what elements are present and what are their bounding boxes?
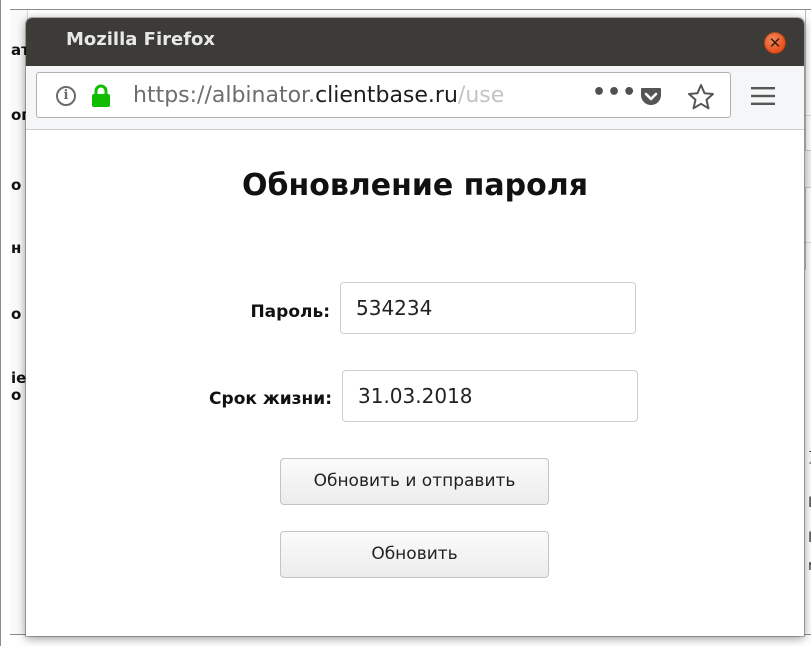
info-icon[interactable]: i bbox=[56, 86, 76, 106]
url-fade-overlay bbox=[527, 79, 577, 111]
update-and-send-button[interactable]: Обновить и отправить bbox=[280, 458, 549, 505]
page-title: Обновление пароля bbox=[242, 168, 588, 203]
lock-icon[interactable] bbox=[91, 84, 111, 108]
lifetime-field[interactable]: 31.03.2018 bbox=[342, 370, 638, 422]
star-icon[interactable] bbox=[687, 83, 715, 111]
password-label: Пароль: bbox=[250, 302, 330, 322]
background-scroll-edge bbox=[805, 10, 806, 270]
background-text-fragment: о bbox=[11, 386, 22, 404]
update-button[interactable]: Обновить bbox=[280, 531, 549, 578]
password-field[interactable]: 534234 bbox=[340, 282, 636, 334]
window-title: Mozilla Firefox bbox=[66, 29, 216, 50]
page-content: Обновление пароля Пароль: 534234 Срок жи… bbox=[26, 130, 804, 636]
background-text-fragment: о bbox=[11, 176, 22, 194]
url-path: /use bbox=[457, 83, 505, 108]
url-text[interactable]: https://albinator.clientbase.ru/use bbox=[133, 82, 573, 110]
background-top-edge bbox=[10, 9, 811, 10]
background-box bbox=[805, 150, 811, 188]
close-icon[interactable]: ✕ bbox=[764, 32, 786, 54]
lifetime-label: Срок жизни: bbox=[209, 389, 332, 409]
hamburger-menu-icon[interactable] bbox=[751, 86, 775, 106]
url-domain: clientbase.ru bbox=[315, 83, 458, 108]
window-titlebar[interactable]: Mozilla Firefox ✕ bbox=[26, 18, 804, 66]
more-icon[interactable]: ••• bbox=[592, 81, 636, 109]
pocket-icon[interactable] bbox=[639, 84, 663, 108]
url-scheme: https://albinator. bbox=[133, 83, 316, 108]
popup-window: Mozilla Firefox ✕ i https://albinator.cl… bbox=[26, 18, 804, 636]
url-bar[interactable]: i https://albinator.clientbase.ru/use ••… bbox=[36, 72, 731, 118]
background-text-fragment: о bbox=[11, 305, 22, 323]
browser-navbar: i https://albinator.clientbase.ru/use ••… bbox=[26, 66, 804, 130]
background-text-fragment: іе bbox=[11, 369, 27, 387]
background-text-fragment: н bbox=[11, 239, 22, 257]
